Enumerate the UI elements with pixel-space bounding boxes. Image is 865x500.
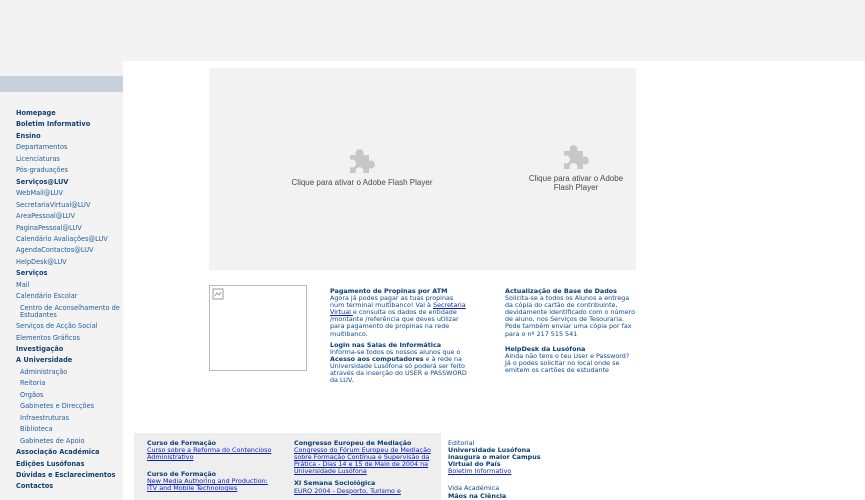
nav-item-mail[interactable]: Mail [16, 280, 123, 291]
nav-item-infraestruturas[interactable]: Infraestruturas [16, 413, 123, 424]
event-link[interactable]: Congresso do Fórum Europeu de Mediação s… [294, 446, 432, 475]
nav-item-webmail-luv[interactable]: WebMail@LUV [16, 188, 123, 199]
editorial-column: Editorial Universidade Lusófona inaugura… [448, 439, 558, 500]
nav-item-servi-os-de-ac-o-social[interactable]: Serviços de Acção Social [16, 321, 123, 332]
nav-item-associa-o-acad-mica[interactable]: Associação Académica [16, 447, 123, 458]
event-link[interactable]: New Media Authoring and Production: ITV … [147, 478, 279, 492]
events-column-middle: Congresso Europeu de Mediação Congresso … [294, 439, 432, 495]
news-body: Agora já podes pagar as tuas propinas nu… [330, 294, 466, 338]
nav-item-elementos-gr-ficos[interactable]: Elementos Gráficos [16, 333, 123, 344]
nav-item-departamentos[interactable]: Departamentos [16, 142, 123, 153]
nav-item-a-universidade[interactable]: A Universidade [16, 355, 123, 366]
nav-item-org-os[interactable]: Orgãos [16, 390, 123, 401]
nav-item-paginapessoal-luv[interactable]: PaginaPessoal@LUV [16, 223, 123, 234]
flash-activate-line2: Flash Player [553, 182, 599, 192]
broken-image-icon [212, 288, 224, 300]
nav-item-agendacontactos-luv[interactable]: AgendaContactos@LUV [16, 245, 123, 256]
nav-item-gabinetes-de-apoio[interactable]: Gabinetes de Apoio [16, 436, 123, 447]
nav-item-boletim-informativo[interactable]: Boletim Informativo [16, 119, 123, 130]
nav-item-helpdesk-luv[interactable]: HelpDesk@LUV [16, 257, 123, 268]
nav-item-investiga-o[interactable]: Investigação [16, 344, 123, 355]
broken-image-placeholder [209, 285, 307, 371]
nav-item-administra-o[interactable]: Administração [16, 367, 123, 378]
nav-item-biblioteca[interactable]: Biblioteca [16, 424, 123, 435]
editorial-headline: Universidade Lusófona inaugura o maior C… [448, 446, 541, 469]
nav-item-ensino[interactable]: Ensino [16, 131, 123, 142]
nav-item-calend-rio-escolar[interactable]: Calendário Escolar [16, 291, 123, 302]
event-link[interactable]: Curso sobre a Reforma do Contencioso Adm… [147, 446, 279, 461]
top-banner [0, 0, 865, 61]
news-body: Informa-se todos os nossos alunos que o … [330, 347, 467, 385]
nav-item-servi-os-luv[interactable]: Serviços@LUV [16, 177, 123, 188]
nav-item-centro-de-aconselhamento-de-estudantes[interactable]: Centro de Aconselhamento de Estudantes [16, 303, 123, 321]
nav-item-homepage[interactable]: Homepage [16, 108, 123, 119]
flash-banner: Clique para ativar o Adobe Flash Player … [209, 68, 636, 270]
nav-item-contactos[interactable]: Contactos [16, 481, 123, 492]
nav-item-d-vidas-e-esclarecimentos[interactable]: Dúvidas e Esclarecimentos [16, 470, 123, 481]
nav-item-areapessoal-luv[interactable]: AreaPessoal@LUV [16, 211, 123, 222]
flash-activate-text[interactable]: Clique para ativar o Adobe Flash Player [269, 178, 455, 188]
news-body: Solicita-se a todos os Alunos a entrega … [505, 294, 636, 338]
nav-item-licenciaturas[interactable]: Licenciaturas [16, 154, 123, 165]
nav-item-edi-es-lus-fonas[interactable]: Edições Lusófonas [16, 459, 123, 470]
main-navigation: Homepage Boletim Informativo Ensino Departa… [16, 108, 123, 493]
nav-item-servi-os[interactable]: Serviços [16, 268, 123, 279]
nav-item-calend-rio-avalia-es-luv[interactable]: Calendário Avaliações@LUV [16, 234, 123, 245]
nav-item-secretariavirtual-luv[interactable]: SecretariaVirtual@LUV [16, 200, 123, 211]
events-panel: Curso de Formação Curso sobre a Reforma … [134, 433, 441, 500]
news-body: Ainda não tens o teu User e Password? Já… [505, 351, 630, 374]
sidebar-header-strip [0, 76, 123, 92]
section-title: Mãos na Ciência [448, 491, 507, 500]
flash-activate-text[interactable]: Clique para ativar o Adobe Flash Player [509, 174, 643, 192]
news-column-left: Pagamento de Propinas por ATM Agora já p… [330, 287, 467, 388]
events-column-left: Curso de Formação Curso sobre a Reforma … [147, 439, 279, 493]
nav-item-gabinetes-e-direc-es[interactable]: Gabinetes e Direcções [16, 401, 123, 412]
puzzle-piece-icon [564, 145, 589, 169]
puzzle-piece-icon [350, 149, 375, 173]
nav-item-reitoria[interactable]: Reitoria [16, 378, 123, 389]
boletim-link[interactable]: Boletim Informativo [448, 468, 558, 475]
news-column-right: Actualização de Base de Dados Solicita-s… [505, 287, 637, 378]
event-link[interactable]: EURO 2004 - Desporto, Turismo e [294, 487, 432, 495]
nav-item-p-s-gradua-es[interactable]: Pós-graduações [16, 165, 123, 176]
